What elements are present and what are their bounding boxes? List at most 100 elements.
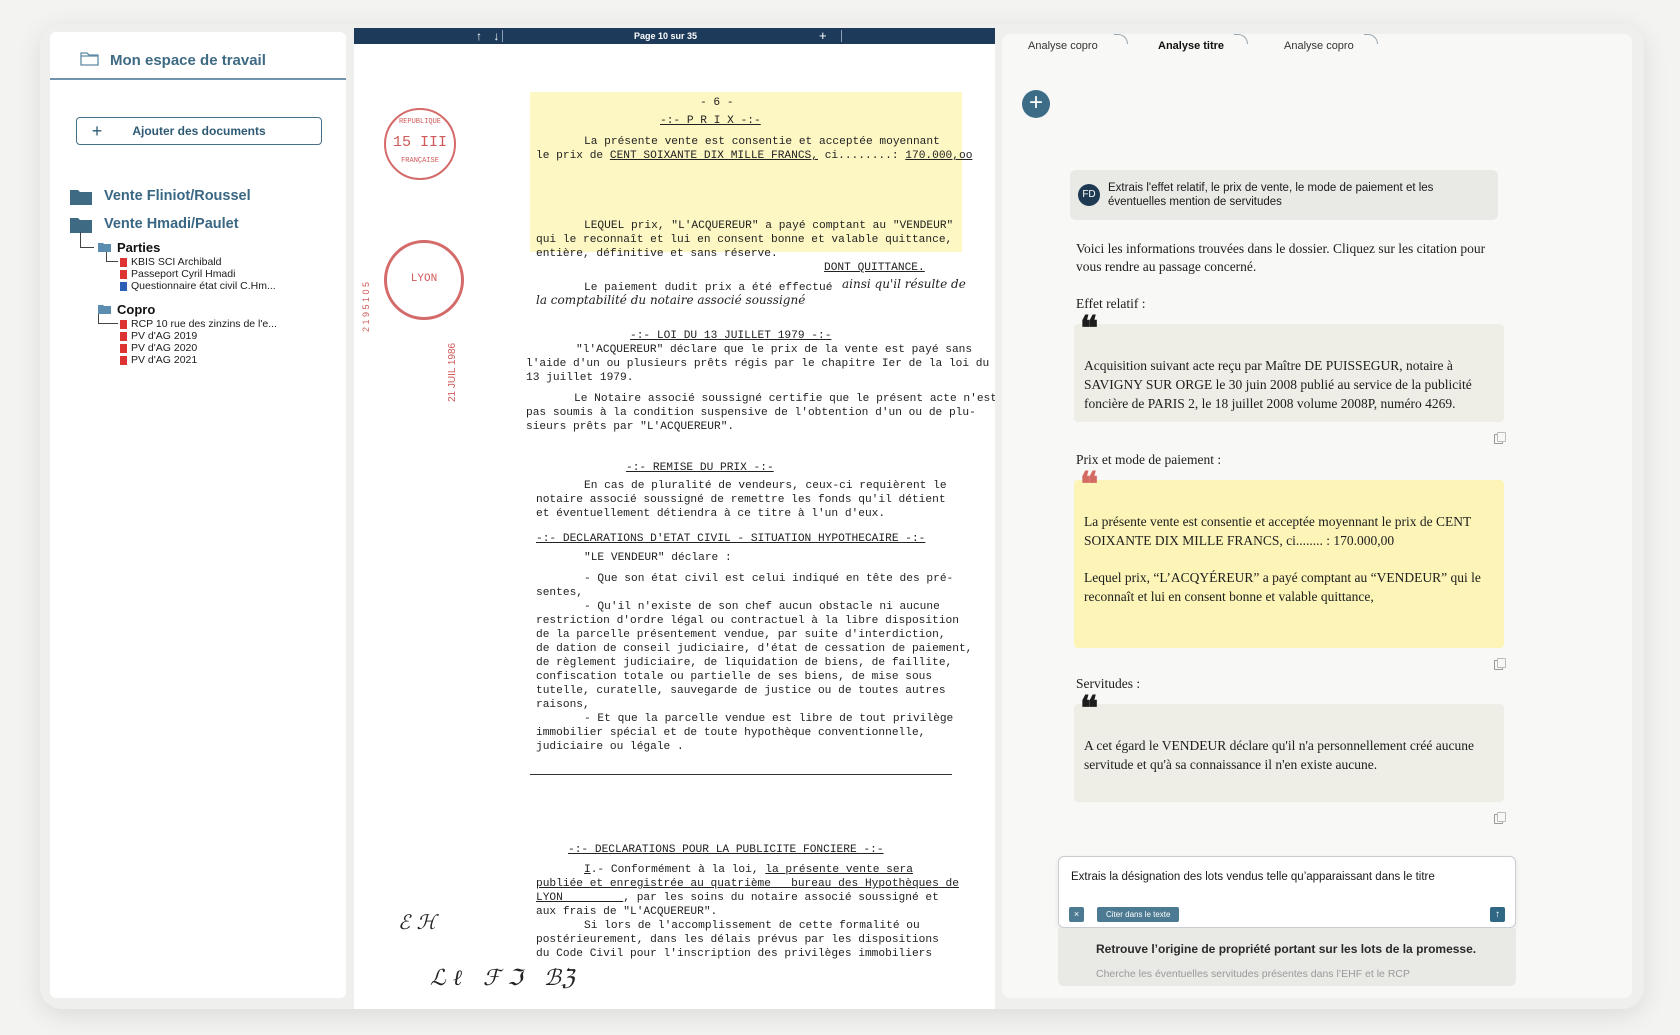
file-label: PV d'AG 2019 bbox=[131, 330, 198, 342]
citation-text: Lequel prix, “L’ACQYÉREUR” a payé compta… bbox=[1084, 570, 1481, 604]
new-chat-button[interactable]: + bbox=[1022, 90, 1050, 118]
folder-icon bbox=[70, 217, 92, 233]
doc-line: l'aide d'un ou plusieurs prêts régis par… bbox=[526, 358, 990, 370]
tree-connector bbox=[80, 232, 94, 248]
page-number: - 6 - bbox=[700, 97, 734, 109]
doc-line: et éventuellement détiendra à ce titre à… bbox=[536, 508, 886, 520]
doc-text: 170.000,oo bbox=[905, 150, 973, 162]
sidebar: Mon espace de travail + Ajouter des docu… bbox=[50, 32, 346, 998]
doc-line: de la parcelle présentement vendue, par … bbox=[536, 629, 946, 641]
doc-line: de dation de conseil judiciaire, d'état … bbox=[536, 643, 973, 655]
prompt-input[interactable]: Extrais la désignation des lots vendus t… bbox=[1058, 856, 1516, 928]
tab-separator bbox=[1114, 34, 1128, 44]
zoom-in-button[interactable]: + bbox=[819, 28, 827, 43]
analysis-panel: Analyse copro Analyse titre Analyse copr… bbox=[1002, 34, 1632, 998]
file-list: RCP 10 rue des zinzins de l'e... PV d'AG… bbox=[98, 314, 340, 366]
divider bbox=[502, 30, 503, 42]
doc-line: "l'ACQUEREUR" déclare que le prix de la … bbox=[576, 344, 973, 356]
tab-analyse-copro-1[interactable]: Analyse copro bbox=[1028, 40, 1098, 52]
document-page: REPUBLIQUE 15 III FRANÇAISE LYON 21 JUIL… bbox=[354, 44, 995, 1009]
suggestion-item[interactable]: Cherche les éventuelles servitudes prése… bbox=[1096, 968, 1410, 980]
cite-in-text-chip[interactable]: Citer dans le texte bbox=[1097, 907, 1180, 922]
handwritten-note: la comptabilité du notaire associé souss… bbox=[536, 293, 806, 307]
stamp-text: 15 III bbox=[392, 133, 447, 151]
doc-line: confiscation totale ou partielle de ses … bbox=[536, 671, 933, 683]
file-item[interactable]: PV d'AG 2021 bbox=[120, 354, 340, 366]
pdf-icon bbox=[120, 331, 127, 341]
folder-label: Vente Hmadi/Paulet bbox=[104, 216, 239, 232]
copy-icon[interactable] bbox=[1494, 812, 1506, 824]
add-documents-label: Ajouter des documents bbox=[132, 124, 266, 138]
citation-text: La présente vente est consentie et accep… bbox=[1084, 514, 1471, 548]
doc-line: publiée et enregistrée au quatrième bure… bbox=[536, 878, 959, 890]
citation-text: A cet égard le VENDEUR déclare qu'il n'a… bbox=[1084, 738, 1474, 772]
add-documents-button[interactable]: + Ajouter des documents bbox=[76, 117, 322, 145]
subfolder-label: Parties bbox=[117, 239, 161, 255]
stamp-text: REPUBLIQUE bbox=[398, 118, 441, 126]
doc-line: DONT QUITTANCE. bbox=[824, 262, 925, 274]
doc-line: judiciaire ou légale . bbox=[536, 741, 684, 753]
doc-line: immobilier spécial et de toute hypothèqu… bbox=[536, 727, 926, 739]
red-number-stamp: 2 1 9 5 1 0 5 bbox=[361, 281, 371, 332]
pdf-icon bbox=[120, 269, 127, 279]
doc-line: sieurs prêts par "L'ACQUEREUR". bbox=[526, 421, 735, 433]
file-label: KBIS SCI Archibald bbox=[131, 256, 222, 268]
citation-servitudes[interactable]: ❝ A cet égard le VENDEUR déclare qu'il n… bbox=[1074, 692, 1504, 802]
tree-connector bbox=[106, 252, 118, 262]
clear-button[interactable]: × bbox=[1069, 907, 1084, 922]
file-item[interactable]: RCP 10 rue des zinzins de l'e... bbox=[120, 318, 340, 330]
doc-line: raisons, bbox=[536, 699, 590, 711]
doc-line: - Que son état civil est celui indiqué e… bbox=[584, 573, 954, 585]
file-item[interactable]: Questionnaire état civil C.Hm... bbox=[120, 280, 340, 292]
divider bbox=[841, 30, 842, 42]
folder-label: Vente Fliniot/Roussel bbox=[104, 188, 251, 204]
page-nav-arrows[interactable]: ↑ ↓ bbox=[476, 29, 503, 43]
tab-analyse-titre[interactable]: Analyse titre bbox=[1158, 40, 1224, 52]
doc-line: Le Notaire associé soussigné certifie qu… bbox=[574, 393, 995, 405]
subfolder-copro[interactable]: Copro bbox=[98, 300, 340, 318]
doc-line: sentes, bbox=[536, 587, 583, 599]
file-item[interactable]: KBIS SCI Archibald bbox=[120, 256, 340, 268]
folder-icon bbox=[98, 305, 111, 314]
doc-line: I.- Conformément à la loi, la présente v… bbox=[584, 864, 913, 878]
handwritten-initials: ℰ ℋ bbox=[398, 910, 437, 934]
word-icon bbox=[120, 281, 127, 291]
file-label: PV d'AG 2020 bbox=[131, 342, 198, 354]
copy-icon[interactable] bbox=[1494, 432, 1506, 444]
doc-text: la présente vente sera bbox=[765, 864, 913, 876]
doc-text: LYON bbox=[536, 892, 624, 904]
file-label: Questionnaire état civil C.Hm... bbox=[131, 280, 276, 292]
folder-vente-hmadi[interactable]: Vente Hmadi/Paulet bbox=[70, 210, 340, 238]
file-item[interactable]: Passeport Cyril Hmadi bbox=[120, 268, 340, 280]
doc-line: aux frais de "L'ACQUEREUR". bbox=[536, 906, 718, 918]
folder-vente-fliniot[interactable]: Vente Fliniot/Roussel bbox=[70, 182, 340, 210]
handwritten-note: ainsi qu'il résulte de bbox=[842, 277, 966, 291]
workspace-title: Mon espace de travail bbox=[110, 51, 266, 69]
handwritten-signatures: ℒ ℓ ℱ ℑ ℬℨ bbox=[430, 966, 575, 991]
red-stamp: REPUBLIQUE 15 III FRANÇAISE bbox=[384, 108, 456, 180]
doc-line: notaire associé soussigné de remettre le… bbox=[536, 494, 946, 506]
horizontal-rule bbox=[530, 774, 952, 775]
file-label: Passeport Cyril Hmadi bbox=[131, 268, 236, 280]
citation-effet-relatif[interactable]: ❝ Acquisition suivant acte reçu par Maît… bbox=[1074, 312, 1504, 422]
send-button[interactable]: ↑ bbox=[1490, 907, 1505, 922]
file-item[interactable]: PV d'AG 2019 bbox=[120, 330, 340, 342]
suggestion-item[interactable]: Retrouve l’origine de propriété portant … bbox=[1096, 942, 1476, 956]
file-label: PV d'AG 2021 bbox=[131, 354, 198, 366]
tab-separator bbox=[1364, 34, 1378, 44]
citation-prix[interactable]: ❝ La présente vente est consentie et acc… bbox=[1074, 468, 1504, 648]
workspace-header[interactable]: Mon espace de travail bbox=[80, 50, 266, 70]
section-title: -:- REMISE DU PRIX -:- bbox=[626, 462, 774, 474]
avatar: FD bbox=[1078, 184, 1100, 206]
doc-line: - Qu'il n'existe de son chef aucun obsta… bbox=[584, 601, 940, 613]
doc-line: entière, définitive et sans réserve. bbox=[536, 248, 778, 260]
copy-icon[interactable] bbox=[1494, 658, 1506, 670]
tab-analyse-copro-2[interactable]: Analyse copro bbox=[1284, 40, 1354, 52]
doc-line: du Code Civil pour l'inscription des pri… bbox=[536, 948, 933, 960]
subfolder-parties[interactable]: Parties bbox=[98, 238, 340, 256]
doc-line: postérieurement, dans les délais prévus … bbox=[536, 934, 939, 946]
file-item[interactable]: PV d'AG 2020 bbox=[120, 342, 340, 354]
divider bbox=[50, 78, 346, 80]
page-indicator: Page 10 sur 35 bbox=[634, 31, 698, 41]
suggestions-panel: Retrouve l’origine de propriété portant … bbox=[1058, 928, 1516, 986]
